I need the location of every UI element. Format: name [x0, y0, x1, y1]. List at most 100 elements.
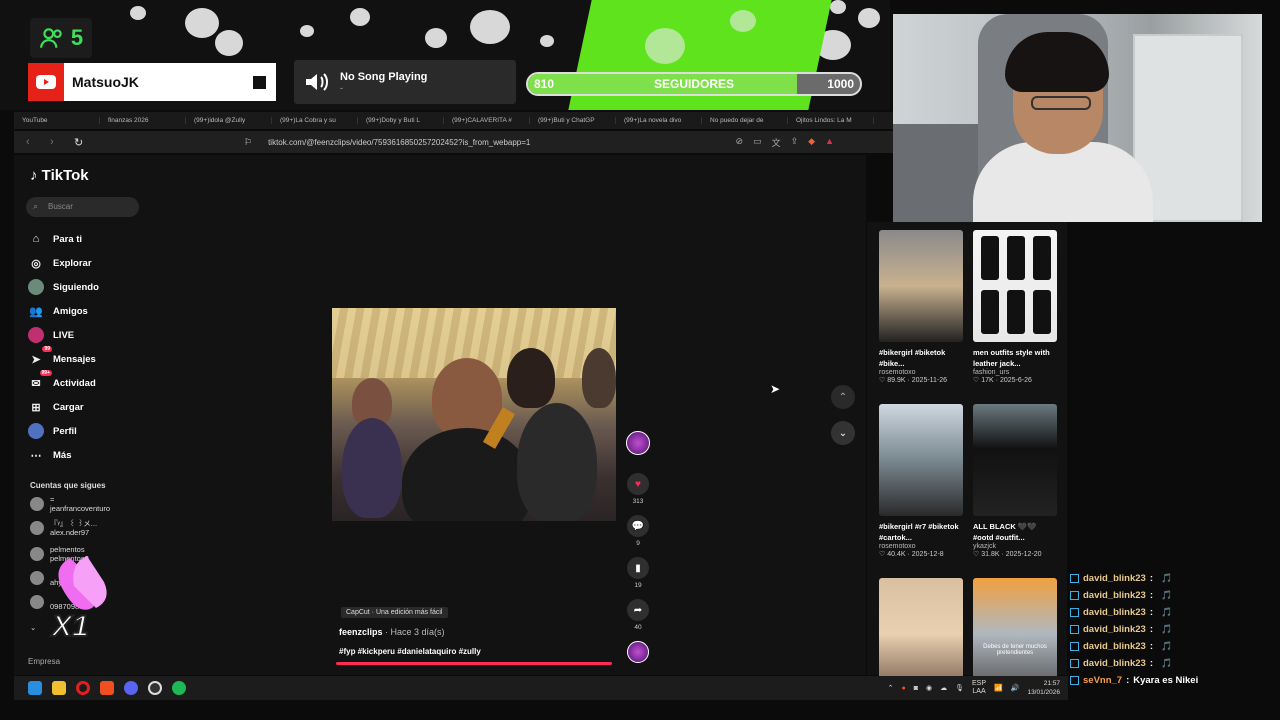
- chat-message: david_blink23: 🎵: [1070, 655, 1280, 672]
- view-count: 89.9K: [887, 377, 906, 384]
- video-thumbnail[interactable]: [973, 230, 1057, 342]
- comment-icon: 💬: [631, 520, 645, 532]
- rewards-icon[interactable]: ▲: [825, 136, 834, 149]
- browser-tab[interactable]: (99+)La novela divo: [616, 117, 702, 124]
- video-player[interactable]: [332, 308, 616, 521]
- file-explorer-icon[interactable]: [52, 681, 66, 695]
- video-card-author[interactable]: fashion_urs: [973, 369, 1057, 376]
- clock[interactable]: 21:57 13/01/2026: [1027, 679, 1060, 697]
- browser-tab[interactable]: (99+)La Cobra y su: [272, 117, 358, 124]
- browser-tab[interactable]: (99+)CALAVERITA #: [444, 117, 530, 124]
- video-card-stats: ♡ 40.4K · 2025-12-8: [879, 550, 963, 558]
- sidebar-item-más[interactable]: ⋯ Más: [28, 443, 99, 467]
- footer-link[interactable]: Empresa: [28, 657, 60, 666]
- video-card[interactable]: Debes de tener muchos pretendientes: [973, 578, 1057, 690]
- sidebar-item-cargar[interactable]: ⊞ Cargar: [28, 395, 99, 419]
- microphone-icon[interactable]: 🎙: [955, 684, 964, 692]
- share-icon[interactable]: ⇪: [791, 136, 799, 149]
- search-input[interactable]: ⌕ Buscar: [26, 197, 139, 217]
- video-card-author[interactable]: rosemotoxo: [879, 543, 963, 550]
- sidebar-item-perfil[interactable]: Perfil: [28, 419, 99, 443]
- windows-start-icon[interactable]: [28, 681, 42, 695]
- followed-account[interactable]: 『ᵞ』 ꒰ ꒱メ... alex.nder97: [30, 519, 97, 537]
- wifi-icon[interactable]: 📶: [994, 684, 1003, 692]
- video-thumbnail[interactable]: Debes de tener muchos pretendientes: [973, 578, 1057, 690]
- video-card[interactable]: [879, 578, 963, 690]
- browser-url-bar[interactable]: ‹ › ↻ ⚐ tiktok.com/@feenzclips/video/759…: [14, 131, 894, 153]
- reload-icon[interactable]: ↻: [74, 136, 86, 149]
- chat-text: Kyara es Nikei: [1133, 675, 1199, 686]
- address-field[interactable]: tiktok.com/@feenzclips/video/75936168502…: [268, 138, 530, 147]
- browser-tab[interactable]: finanzas 2026: [100, 117, 186, 124]
- video-card[interactable]: ALL BLACK 🖤🖤 #ootd #outfit... ykazjck ♡ 31…: [973, 404, 1057, 558]
- video-thumbnail[interactable]: [879, 404, 963, 516]
- post-date: 2025-12-8: [911, 551, 944, 558]
- browser-tab[interactable]: YouTube: [14, 117, 100, 124]
- browser-tab[interactable]: (99+)Buti y ChatGP: [530, 117, 616, 124]
- avatar-icon: [28, 279, 44, 295]
- music-disc[interactable]: [627, 641, 649, 663]
- chat-message: david_blink23: 🎵: [1070, 621, 1280, 638]
- volume-icon[interactable]: 🔊: [1011, 684, 1020, 692]
- next-video-button[interactable]: ⌄: [831, 421, 855, 445]
- platform-icon: [1070, 608, 1079, 617]
- opera-icon[interactable]: [76, 681, 90, 695]
- save-button[interactable]: ▮: [627, 557, 649, 579]
- sidebar-item-siguiendo[interactable]: Siguiendo: [28, 275, 99, 299]
- sidebar-item-mensajes[interactable]: ➤ 99 Mensajes: [28, 346, 99, 371]
- spotify-icon[interactable]: [172, 681, 186, 695]
- see-more-chevron-icon[interactable]: ⌄: [30, 623, 36, 632]
- video-thumbnail[interactable]: [973, 404, 1057, 516]
- browser-tab[interactable]: (99+)Doby y Buti L: [358, 117, 444, 124]
- screen-icon[interactable]: ▭: [753, 136, 762, 149]
- viewer-counter: 5: [30, 18, 92, 58]
- browser-tab[interactable]: (99+)idola @Zully: [186, 117, 272, 124]
- tray-app-icon[interactable]: ●: [902, 685, 906, 692]
- video-card[interactable]: #bikergirl #r7 #biketok #cartok... rosemo…: [879, 404, 963, 558]
- tray-cloud-icon[interactable]: ☁: [940, 684, 947, 692]
- bookmark-icon[interactable]: ⚐: [244, 137, 252, 148]
- discord-icon[interactable]: [124, 681, 138, 695]
- video-card-author[interactable]: ykazjck: [973, 543, 1057, 550]
- video-thumbnail[interactable]: [879, 578, 963, 690]
- brave-icon[interactable]: [100, 681, 114, 695]
- obs-icon[interactable]: [148, 681, 162, 695]
- emote-icon: 🎵: [1161, 624, 1173, 634]
- video-hashtags[interactable]: #fyp #kickperu #danielataquiro #zully: [339, 647, 481, 656]
- browser-tab[interactable]: Ojitos Lindos: La M: [788, 117, 874, 124]
- like-button[interactable]: ♥: [627, 473, 649, 495]
- sidebar-item-live[interactable]: LIVE: [28, 323, 99, 347]
- tray-discord-icon[interactable]: ◉: [926, 684, 932, 692]
- video-card-author[interactable]: rosemotoxo: [879, 369, 963, 376]
- sidebar-item-para-ti[interactable]: ⌂ Para ti: [28, 227, 99, 251]
- tray-controller-icon[interactable]: ◙: [914, 685, 918, 692]
- followed-account[interactable]: = jeanfrancoventuro: [30, 495, 110, 513]
- capcut-tag[interactable]: CapCut · Una edición más fácil: [341, 607, 448, 618]
- video-thumbnail[interactable]: [879, 230, 963, 342]
- forward-icon[interactable]: ›: [50, 136, 62, 148]
- sidebar-menu: ⌂ Para ti ◎ Explorar Siguiendo 👥 Amigos LIVE ➤ 99…: [28, 227, 99, 467]
- previous-video-button[interactable]: ⌃: [831, 385, 855, 409]
- sidebar-item-actividad[interactable]: ✉ 99+ Actividad: [28, 370, 99, 395]
- shield-icon[interactable]: ◆: [808, 136, 815, 149]
- chevron-up-icon[interactable]: ⌃: [888, 684, 894, 692]
- video-author[interactable]: feenzclips · Hace 3 día(s): [339, 627, 445, 637]
- language-indicator[interactable]: ESP LAA: [972, 680, 986, 696]
- sidebar-item-label: LIVE: [53, 329, 75, 341]
- tiktok-logo[interactable]: ♪ TikTok: [30, 167, 89, 184]
- chat-separator: :: [1149, 607, 1154, 618]
- creator-avatar[interactable]: [626, 431, 650, 455]
- video-progress-bar[interactable]: [336, 662, 612, 665]
- video-card[interactable]: men outfits style with leather jack... fa…: [973, 230, 1057, 384]
- stream-scene: 5 MatsuoJK No Song Playing - 810 SEGUIDO…: [0, 0, 1280, 720]
- browser-tab[interactable]: No puedo dejar de: [702, 117, 788, 124]
- back-icon[interactable]: ‹: [26, 136, 38, 148]
- share-button[interactable]: ➦: [627, 599, 649, 621]
- video-card[interactable]: #bikergirl #biketok #bike... rosemotoxo ♡ …: [879, 230, 963, 384]
- translate-icon[interactable]: 文: [772, 136, 781, 149]
- sidebar-item-amigos[interactable]: 👥 Amigos: [28, 299, 99, 323]
- chat-message: david_blink23: 🎵: [1070, 638, 1280, 655]
- mute-icon[interactable]: ⊘: [736, 136, 744, 149]
- comment-button[interactable]: 💬: [627, 515, 649, 537]
- sidebar-item-explorar[interactable]: ◎ Explorar: [28, 251, 99, 275]
